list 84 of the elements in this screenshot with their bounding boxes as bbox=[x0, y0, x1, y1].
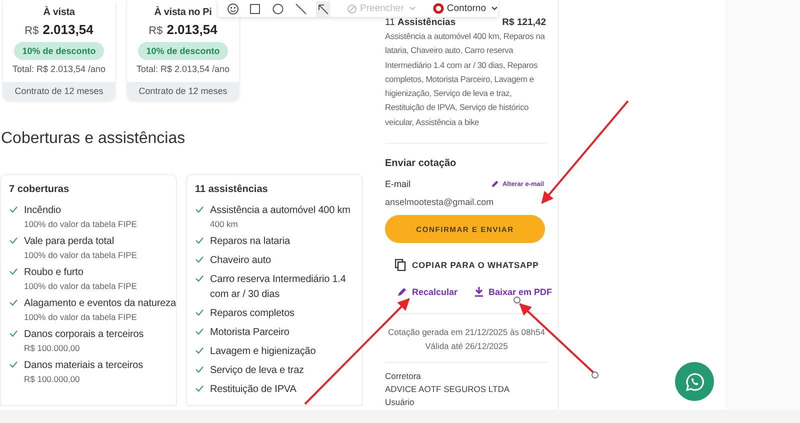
chevron-icon bbox=[490, 6, 498, 11]
send-title: Enviar cotação bbox=[385, 158, 458, 170]
check-icon bbox=[195, 237, 204, 244]
contract-footer: Contrato de 12 meses bbox=[3, 82, 115, 100]
broker-name: ADVICE AOTF SEGUROS LTDA bbox=[385, 383, 511, 396]
item-detail: 100% do valor da tabela FIPE bbox=[24, 249, 137, 261]
total-text: Total: R$ 2.013,54 /ano bbox=[12, 64, 106, 74]
item-name: Assistência a automóvel 400 km bbox=[210, 204, 350, 218]
line-tool-icon[interactable] bbox=[294, 0, 308, 16]
item-name: Reparos completos bbox=[210, 307, 294, 321]
item-name: Danos materiais a terceiros bbox=[24, 359, 144, 373]
copy-icon bbox=[395, 259, 406, 272]
item-detail: R$ 100.000,00 bbox=[24, 373, 81, 385]
item-detail: 100% do valor da tabela FIPE bbox=[24, 280, 137, 292]
email-label: E-mail bbox=[385, 179, 411, 190]
outline-color-icon bbox=[432, 3, 444, 14]
contract-footer: Contrato de 12 meses bbox=[127, 82, 239, 100]
email-value: anselmootesta@gmail.com bbox=[385, 197, 495, 208]
check-icon bbox=[195, 328, 204, 335]
item-detail: 400 km bbox=[210, 218, 239, 230]
check-icon bbox=[195, 385, 204, 392]
download-icon bbox=[474, 287, 484, 298]
plan-title: À vista no Pi bbox=[154, 7, 212, 18]
item-name: Incêndio bbox=[24, 204, 62, 218]
check-icon bbox=[9, 361, 18, 368]
item-name: Vale para perda total bbox=[24, 235, 115, 249]
plan-title: À vista bbox=[43, 7, 75, 18]
check-icon bbox=[9, 237, 18, 244]
recalculate-button[interactable]: Recalcular bbox=[395, 285, 460, 300]
section-title: Coberturas e assistências bbox=[1, 130, 186, 148]
check-icon bbox=[9, 330, 18, 337]
summary-description: Assistência a automóvel 400 km, Reparos na lataria, Chaveiro auto, Carro reserva Intermediário 1.4 com ar / 30 dias, Reparos completos, Motorista Parceiro, Lavagem e higienização, Serviço de leva e traz, Restituição de IPVA, Serviço de histórico veicular, Assistência a bike bbox=[385, 29, 546, 144]
valid-text: Válida até 26/12/2025 bbox=[424, 340, 509, 354]
total-text: Total: R$ 2.013,54 /ano bbox=[136, 64, 230, 74]
list-title: 11 assistências bbox=[195, 184, 269, 195]
item-detail: 100% do valor da tabela FIPE bbox=[24, 311, 138, 323]
handle-icon[interactable] bbox=[514, 296, 520, 304]
no-fill-icon bbox=[347, 4, 358, 14]
check-icon bbox=[195, 366, 204, 373]
summary-heading: 11 Assistências bbox=[385, 17, 456, 28]
check-icon bbox=[195, 256, 204, 263]
discount-badge: 10% de desconto bbox=[14, 42, 104, 60]
price-amount: 2.013,54 bbox=[42, 22, 94, 37]
item-name: Alagamento e eventos da natureza bbox=[24, 297, 176, 311]
download-pdf-button[interactable]: Baixar em PDF bbox=[472, 285, 554, 300]
price-card[interactable]: À vista no Pi R$ 2.013,54 10% de desconto Total: R$ 2.013,54 /ano Contrato de 12 meses bbox=[127, 0, 239, 100]
user-label: Usuário bbox=[385, 396, 416, 410]
check-icon bbox=[195, 309, 204, 316]
item-name: Danos corporais a terceiros bbox=[24, 328, 144, 342]
item-name: Carro reserva Intermediário 1.4 com ar / 30 dias bbox=[210, 273, 347, 302]
emoji-tool-icon[interactable] bbox=[226, 0, 240, 16]
list-title: 7 coberturas bbox=[9, 184, 70, 195]
item-detail: R$ 100.000,00 bbox=[24, 342, 81, 354]
circle-tool-icon[interactable] bbox=[271, 0, 285, 16]
currency: R$ bbox=[148, 25, 163, 37]
item-name: Reparos na lataria bbox=[210, 235, 290, 249]
check-icon bbox=[9, 268, 18, 275]
item-detail: 100% do valor da tabela FIPE bbox=[24, 218, 137, 230]
item-name: Serviço de leva e traz bbox=[210, 364, 304, 378]
outline-dropdown[interactable]: Contorno bbox=[432, 3, 498, 14]
chevron-icon bbox=[408, 6, 416, 11]
handle-icon[interactable] bbox=[592, 372, 598, 378]
check-icon bbox=[195, 347, 204, 354]
price-card[interactable]: À vista R$ 2.013,54 10% de desconto Total: R$ 2.013,54 /ano Contrato de 12 meses bbox=[3, 0, 115, 100]
broker-label: Corretora bbox=[385, 370, 422, 384]
check-icon bbox=[9, 206, 18, 213]
discount-badge: 10% de desconto bbox=[138, 42, 228, 60]
summary-price: R$ 121,42 bbox=[502, 17, 546, 28]
item-name: Restituição de IPVA bbox=[210, 383, 296, 397]
item-name: Motorista Parceiro bbox=[210, 326, 290, 340]
generated-text: Cotação gerada em 21/12/2025 às 08h54 bbox=[387, 326, 546, 340]
price-amount: 2.013,54 bbox=[166, 22, 218, 37]
copy-whatsapp-button[interactable]: COPIAR PARA O WHATSAPP bbox=[391, 255, 543, 276]
item-name: Chaveiro auto bbox=[210, 254, 271, 268]
item-name: Lavagem e higienização bbox=[210, 345, 316, 359]
check-icon bbox=[195, 275, 204, 282]
arrow-tool-icon[interactable] bbox=[316, 0, 330, 16]
pencil-icon bbox=[397, 287, 407, 298]
currency: R$ bbox=[24, 25, 39, 37]
whatsapp-icon bbox=[684, 372, 704, 392]
item-name: Roubo e furto bbox=[24, 266, 84, 280]
check-icon bbox=[9, 299, 18, 306]
check-icon bbox=[195, 206, 204, 213]
pencil-icon bbox=[491, 180, 500, 188]
